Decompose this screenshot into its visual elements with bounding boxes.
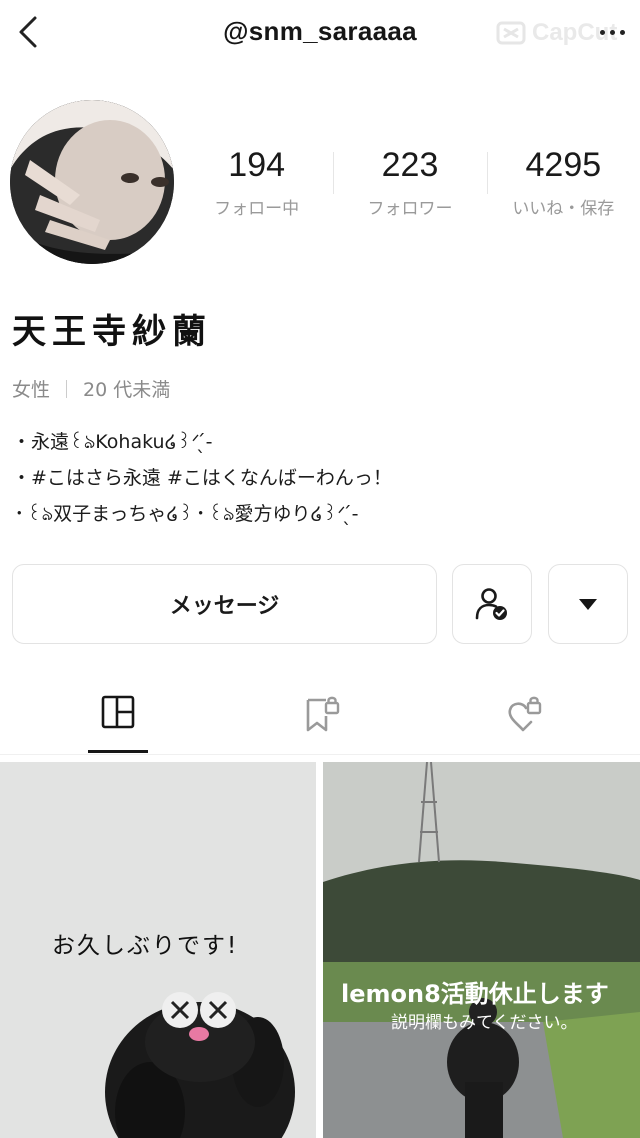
post-overlay-title: lemon8活動休止します [341,980,609,1008]
more-dot [619,29,625,35]
stat-likes-saves[interactable]: 4295 いいね・保存 [486,140,640,230]
stat-following[interactable]: 194 フォロー中 [180,140,333,230]
profile-tabs [0,680,640,755]
meta-divider [66,379,68,398]
capcut-logo-icon [496,21,526,45]
more-horizontal-icon [599,29,605,35]
tab-liked[interactable] [464,680,584,755]
profile-stats: 194 フォロー中 223 フォロワー 4295 いいね・保存 [180,140,640,230]
likes-saves-count: 4295 [525,146,602,184]
followers-count: 223 [381,146,439,184]
followers-label: フォロワー [367,199,453,219]
gender-tag: 女性 [12,379,51,401]
tabs-divider [0,754,640,755]
profile-bio: ・永遠꒰ঌKohaku໒꒱ᐟ‪‪ ̖́- ・#こはさら永遠 #こはくなんばーわん… [12,424,392,532]
bio-line: ・꒰ঌ双子まっちゃ໒꒱・꒰ঌ愛方ゆり໒꒱ᐟ‪‪ ̖́- [12,503,359,525]
likes-saves-label: いいね・保存 [512,199,615,219]
more-dot [609,29,615,35]
profile-meta: 女性 20 代未満 [12,375,170,402]
following-count: 194 [228,146,286,184]
stat-followers[interactable]: 223 フォロワー [333,140,486,230]
expand-button[interactable] [548,564,628,644]
post-thumbnail[interactable]: lemon8活動休止します 説明欄もみてください。 [323,762,640,1138]
profile-avatar[interactable] [10,100,174,264]
more-options-button[interactable] [590,18,634,46]
post-overlay-subtitle: 説明欄もみてください。 [391,1013,578,1033]
tab-posts[interactable] [58,680,178,755]
top-bar: @snm_saraaaa CapCut [0,0,640,64]
heart-lock-icon [508,696,542,732]
avatar-image [10,100,174,264]
following-status-button[interactable] [452,564,532,644]
active-tab-indicator [88,750,148,753]
bio-line: ・#こはさら永遠 #こはくなんばーわんっ！ [12,467,392,489]
bio-line: ・永遠꒰ঌKohaku໒꒱ᐟ‪‪ ̖́- [12,431,213,453]
message-button[interactable]: メッセージ [12,564,437,644]
following-label: フォロー中 [214,199,300,219]
post-thumbnail[interactable]: お久しぶりです! [0,762,316,1138]
post-image [323,762,640,1138]
post-overlay-text: お久しぶりです! [52,933,239,959]
user-check-icon [475,588,507,620]
tab-saved[interactable] [262,680,382,755]
caret-down-icon [579,599,597,610]
bookmark-lock-icon [306,696,340,732]
age-tag: 20 代未満 [83,379,171,401]
layout-grid-icon [101,695,135,729]
display-name: 天王寺紗蘭 [12,312,212,352]
